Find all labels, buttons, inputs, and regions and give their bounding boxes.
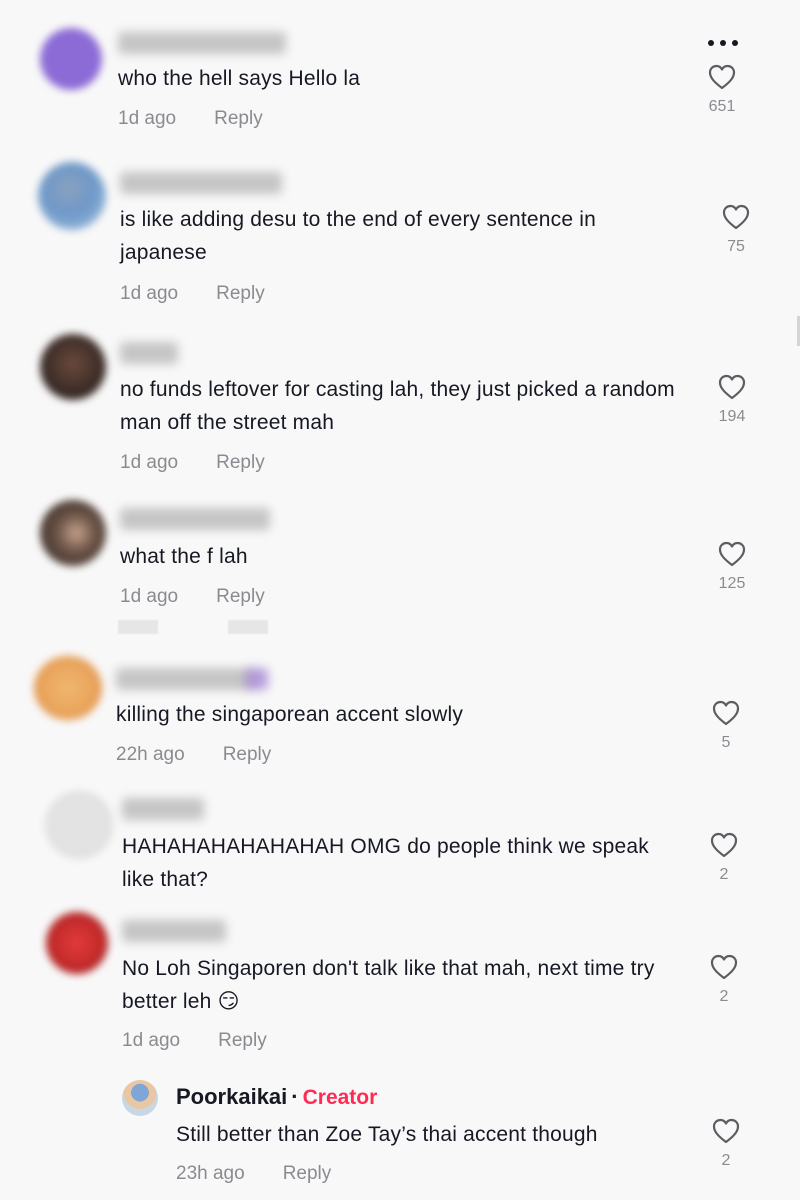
like-count: 2 bbox=[721, 1152, 731, 1169]
creator-tag: Creator bbox=[302, 1086, 378, 1109]
reply-button[interactable]: Reply bbox=[223, 744, 272, 765]
avatar[interactable] bbox=[40, 334, 106, 400]
username-blurred[interactable] bbox=[122, 920, 226, 942]
like-count: 125 bbox=[718, 575, 746, 592]
username-blurred[interactable] bbox=[120, 172, 282, 194]
comment-meta: 1d ago Reply bbox=[120, 283, 265, 305]
username-blurred[interactable] bbox=[122, 798, 204, 820]
comment-text: who the hell says Hello la bbox=[118, 67, 361, 90]
like-button[interactable]: 125 bbox=[702, 541, 762, 593]
badge-blurred bbox=[246, 668, 268, 690]
comment-meta: 1d ago Reply bbox=[120, 586, 265, 608]
comment-text: No Loh Singaporen don't talk like that m… bbox=[122, 957, 655, 1013]
comment-time: 1d ago bbox=[120, 452, 179, 473]
comment-time: 1d ago bbox=[120, 283, 179, 304]
avatar[interactable] bbox=[38, 162, 106, 230]
avatar[interactable] bbox=[40, 500, 106, 566]
heart-icon bbox=[712, 1118, 740, 1144]
heart-icon bbox=[718, 374, 746, 400]
reply-button[interactable]: Reply bbox=[214, 108, 263, 129]
heart-icon bbox=[710, 832, 738, 858]
avatar[interactable] bbox=[34, 656, 102, 720]
heart-icon bbox=[710, 954, 738, 980]
comment-meta: 1d ago Reply bbox=[120, 452, 265, 474]
like-button[interactable]: 5 bbox=[696, 700, 756, 752]
like-count: 75 bbox=[727, 238, 745, 255]
ghost-meta-artifact bbox=[118, 620, 278, 634]
like-count: 5 bbox=[721, 734, 731, 751]
like-button[interactable]: 2 bbox=[694, 832, 754, 884]
like-button[interactable]: 651 bbox=[692, 64, 752, 116]
comment-meta: 1d ago Reply bbox=[118, 108, 263, 130]
comment-time: 22h ago bbox=[116, 744, 185, 765]
reply-button[interactable]: Reply bbox=[218, 1030, 267, 1051]
like-button[interactable]: 2 bbox=[696, 1118, 756, 1170]
reply-button[interactable]: Reply bbox=[216, 452, 265, 473]
comment-text: is like adding desu to the end of every … bbox=[120, 208, 597, 264]
like-count: 194 bbox=[718, 408, 746, 425]
comment-text: HAHAHAHAHAHAHAH OMG do people think we s… bbox=[122, 835, 650, 891]
creator-name[interactable]: Poorkaikai bbox=[176, 1084, 287, 1109]
username-blurred[interactable] bbox=[116, 668, 252, 690]
comment-meta: 22h ago Reply bbox=[116, 744, 271, 766]
comment-time: 23h ago bbox=[176, 1163, 245, 1184]
avatar[interactable] bbox=[40, 28, 102, 90]
username-blurred[interactable] bbox=[118, 32, 286, 54]
comment-text: what the f lah bbox=[120, 545, 248, 568]
comment-meta: 1d ago Reply bbox=[122, 1030, 267, 1052]
like-button[interactable]: 75 bbox=[706, 204, 766, 256]
username-blurred[interactable] bbox=[120, 508, 270, 530]
separator: · bbox=[291, 1084, 299, 1109]
comment-text: no funds leftover for casting lah, they … bbox=[120, 378, 675, 434]
like-count: 2 bbox=[719, 988, 729, 1005]
comment-meta: 23h ago Reply bbox=[176, 1163, 331, 1185]
reply-button[interactable]: Reply bbox=[283, 1163, 332, 1184]
heart-icon bbox=[708, 64, 736, 90]
like-count: 651 bbox=[708, 98, 736, 115]
creator-name-line: Poorkaikai · Creator bbox=[176, 1084, 377, 1110]
comment-time: 1d ago bbox=[122, 1030, 181, 1051]
heart-icon bbox=[712, 700, 740, 726]
reply-button[interactable]: Reply bbox=[216, 586, 265, 607]
like-count: 2 bbox=[719, 866, 729, 883]
comment-text: Still better than Zoe Tay’s thai accent … bbox=[176, 1123, 598, 1146]
avatar[interactable] bbox=[46, 912, 108, 974]
avatar[interactable] bbox=[46, 792, 112, 858]
like-button[interactable]: 2 bbox=[694, 954, 754, 1006]
like-button[interactable]: 194 bbox=[702, 374, 762, 426]
avatar[interactable] bbox=[122, 1080, 158, 1116]
comment-time: 1d ago bbox=[118, 108, 177, 129]
heart-icon bbox=[722, 204, 750, 230]
comment-text: killing the singaporean accent slowly bbox=[116, 703, 464, 726]
username-blurred[interactable] bbox=[120, 342, 178, 364]
comment-time: 1d ago bbox=[120, 586, 179, 607]
heart-icon bbox=[718, 541, 746, 567]
reply-button[interactable]: Reply bbox=[216, 283, 265, 304]
more-options-icon[interactable] bbox=[706, 40, 740, 48]
